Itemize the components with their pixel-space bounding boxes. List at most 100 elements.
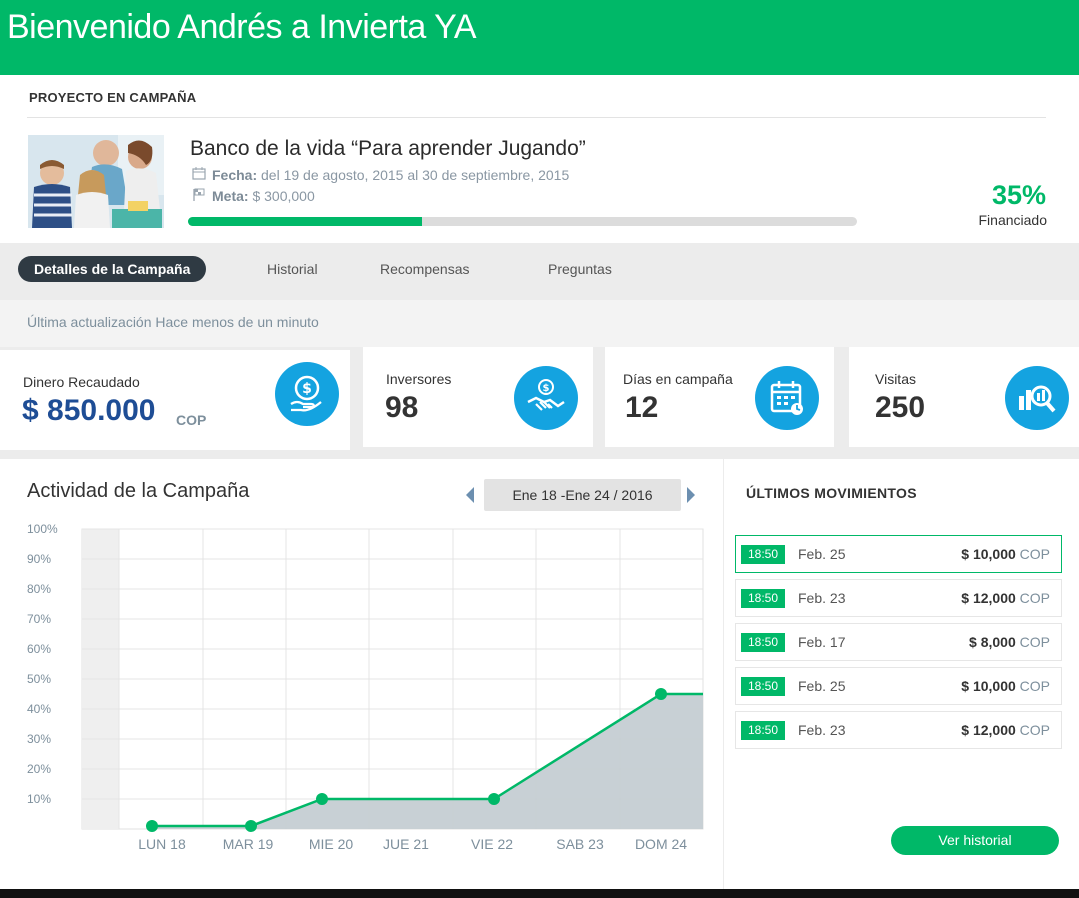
funding-progress-bar xyxy=(188,217,857,226)
x-tick-label: MAR 19 xyxy=(223,836,274,852)
bottom-bar xyxy=(0,889,1079,898)
stat-label: Inversores xyxy=(386,371,452,387)
calendar-icon xyxy=(192,167,206,183)
tab-bar: Detalles de la Campaña Historial Recompe… xyxy=(0,243,1079,300)
svg-text:$: $ xyxy=(543,383,550,394)
y-tick-label: 40% xyxy=(27,702,51,716)
movement-date: Feb. 23 xyxy=(798,590,846,606)
movement-amount: $ 12,000 COP xyxy=(961,590,1050,606)
movement-amount: $ 10,000 COP xyxy=(961,678,1050,694)
tab-questions[interactable]: Preguntas xyxy=(548,256,612,282)
movement-amount-value: $ 10,000 xyxy=(961,546,1020,562)
x-tick-label: DOM 24 xyxy=(635,836,687,852)
last-update-text: Última actualización Hace menos de un mi… xyxy=(27,314,319,330)
y-tick-label: 50% xyxy=(27,672,51,686)
section-title: PROYECTO EN CAMPAÑA xyxy=(29,90,197,105)
movement-row[interactable]: 18:50 Feb. 25 $ 10,000 COP xyxy=(735,535,1062,573)
funding-progress-fill xyxy=(188,217,423,226)
movement-amount-value: $ 12,000 xyxy=(961,590,1020,606)
y-tick-label: 10% xyxy=(27,792,51,806)
calendar-icon xyxy=(755,366,819,430)
activity-chart: 100% 90% 80% 70% 60% 50% 40% 30% 20% 10% LUN 18 MAR… xyxy=(27,522,704,852)
stat-card-visits: Visitas 250 xyxy=(849,347,1079,447)
movement-currency: COP xyxy=(1019,546,1050,562)
movement-amount-value: $ 8,000 xyxy=(969,634,1020,650)
movement-amount-value: $ 10,000 xyxy=(961,678,1020,694)
stat-card-investors: Inversores 98 $ xyxy=(363,347,593,447)
divider xyxy=(27,117,1046,118)
analytics-search-icon xyxy=(1005,366,1069,430)
movement-date: Feb. 25 xyxy=(798,678,846,694)
project-goal: Meta: $ 300,000 xyxy=(192,188,315,204)
movement-date: Feb. 23 xyxy=(798,722,846,738)
movement-time-badge: 18:50 xyxy=(741,589,785,608)
x-tick-label: VIE 22 xyxy=(471,836,513,852)
movement-currency: COP xyxy=(1019,590,1050,606)
movement-row[interactable]: 18:50 Feb. 23 $ 12,000 COP xyxy=(735,711,1062,749)
movements-panel: ÚLTIMOS MOVIMIENTOS 18:50 Feb. 25 $ 10,000… xyxy=(724,459,1079,889)
stat-unit: COP xyxy=(176,412,207,428)
y-tick-label: 20% xyxy=(27,762,51,776)
movement-amount: $ 8,000 COP xyxy=(969,634,1050,650)
y-tick-label: 100% xyxy=(27,522,58,536)
data-point xyxy=(146,820,158,832)
movements-title: ÚLTIMOS MOVIMIENTOS xyxy=(746,485,917,501)
funded-label: Financiado xyxy=(978,212,1048,228)
movement-time-badge: 18:50 xyxy=(741,545,785,564)
movement-row[interactable]: 18:50 Feb. 23 $ 12,000 COP xyxy=(735,579,1062,617)
y-tick-label: 60% xyxy=(27,642,51,656)
activity-panel: Actividad de la Campaña Ene 18 -Ene 24 /… xyxy=(0,459,723,889)
stat-value: 12 xyxy=(625,391,659,424)
movement-amount: $ 12,000 COP xyxy=(961,722,1050,738)
stat-value: $ 850.000 xyxy=(22,394,156,427)
project-image xyxy=(28,135,164,228)
date-label: Fecha: xyxy=(212,167,258,183)
x-tick-label: JUE 21 xyxy=(383,836,429,852)
y-tick-label: 80% xyxy=(27,582,51,596)
movement-currency: COP xyxy=(1019,722,1050,738)
x-tick-label: MIE 20 xyxy=(309,836,354,852)
tab-campaign-details[interactable]: Detalles de la Campaña xyxy=(18,256,207,282)
tab-rewards[interactable]: Recompensas xyxy=(380,256,470,282)
movement-row[interactable]: 18:50 Feb. 25 $ 10,000 COP xyxy=(735,667,1062,705)
stat-label: Días en campaña xyxy=(623,371,733,387)
last-update-bar: Última actualización Hace menos de un mi… xyxy=(0,300,1079,347)
movement-row[interactable]: 18:50 Feb. 17 $ 8,000 COP xyxy=(735,623,1062,661)
stat-card-days: Días en campaña 12 xyxy=(605,347,834,447)
y-tick-label: 90% xyxy=(27,552,51,566)
funded-percent: 35% xyxy=(991,180,1046,210)
movement-currency: COP xyxy=(1019,634,1050,650)
handshake-icon: $ xyxy=(514,366,578,430)
movement-time-badge: 18:50 xyxy=(741,677,785,696)
movement-time-badge: 18:50 xyxy=(741,721,785,740)
project-panel: PROYECTO EN CAMPAÑA Banco de la vida “Pa… xyxy=(0,75,1079,243)
movement-amount: $ 10,000 COP xyxy=(961,546,1050,562)
movement-currency: COP xyxy=(1019,678,1050,694)
goal-label: Meta: xyxy=(212,188,249,204)
stat-value: 250 xyxy=(875,391,926,424)
data-point xyxy=(316,793,328,805)
stat-card-money: Dinero Recaudado $ 850.000 COP $ xyxy=(0,350,350,450)
movement-time-badge: 18:50 xyxy=(741,633,785,652)
tab-history[interactable]: Historial xyxy=(267,256,318,282)
movement-date: Feb. 17 xyxy=(798,634,846,650)
x-tick-label: LUN 18 xyxy=(138,836,186,852)
view-history-button[interactable]: Ver historial xyxy=(891,826,1059,855)
money-hand-icon: $ xyxy=(275,362,339,426)
data-point xyxy=(488,793,500,805)
project-date: Fecha: del 19 de agosto, 2015 al 30 de s… xyxy=(192,167,569,183)
goal-value: $ 300,000 xyxy=(252,188,315,204)
y-tick-label: 30% xyxy=(27,732,51,746)
data-point xyxy=(655,688,667,700)
movement-date: Feb. 25 xyxy=(798,546,846,562)
data-point xyxy=(245,820,257,832)
flag-icon xyxy=(192,188,206,204)
y-tick-label: 70% xyxy=(27,612,51,626)
stat-label: Visitas xyxy=(875,371,916,387)
svg-text:$: $ xyxy=(302,381,312,397)
stat-label: Dinero Recaudado xyxy=(23,374,140,390)
movement-amount-value: $ 12,000 xyxy=(961,722,1020,738)
stat-value: 98 xyxy=(385,391,419,424)
welcome-title: Bienvenido Andrés a Invierta YA xyxy=(7,8,477,46)
x-tick-label: SAB 23 xyxy=(556,836,604,852)
